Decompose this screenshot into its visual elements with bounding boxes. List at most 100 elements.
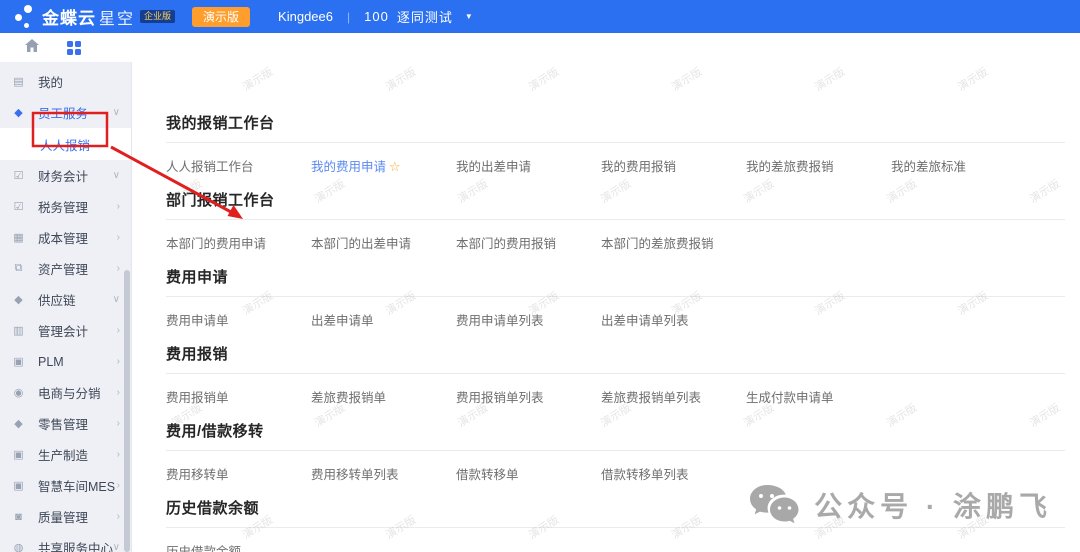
sidebar-item-label: 供应链 [38, 290, 76, 309]
sidebar-item-label: 财务会计 [38, 166, 88, 185]
separator: | [347, 10, 350, 24]
menu-link-label: 出差申请单 [311, 314, 374, 328]
demo-version-badge: 演示版 [192, 7, 250, 27]
menu-link[interactable]: 历史借款余额 [166, 541, 311, 552]
menu-link[interactable]: 借款转移单列表 [601, 464, 746, 483]
chevron-right-icon[interactable]: › [117, 201, 120, 212]
sidebar-item-label: 智慧车间MES [38, 476, 115, 495]
sidebar-item[interactable]: ◙ 质量管理 › [0, 501, 131, 532]
chevron-right-icon[interactable]: › [117, 232, 120, 243]
menu-link-label: 本部门的差旅费报销 [601, 237, 714, 251]
tab-bar [0, 33, 1080, 62]
sidebar-item[interactable]: ▦ 成本管理 › [0, 222, 131, 253]
sidebar-item[interactable]: ◍ 共享服务中心 ∨ [0, 532, 131, 552]
sidebar-item[interactable]: ◆ 员工服务 ∨ [0, 97, 131, 128]
chevron-right-icon[interactable]: › [117, 263, 120, 274]
sidebar-item-label: 管理会计 [38, 321, 88, 340]
org-name[interactable]: 逐同测试 [397, 7, 453, 26]
sidebar-item[interactable]: ◆ 零售管理 › [0, 408, 131, 439]
factory-icon: ▣ [12, 479, 25, 492]
sidebar-item-label: 生产制造 [38, 445, 88, 464]
section-links-row: 费用报销单 差旅费报销单 费用报销单列表 差旅费报销单列表 生成付款申请单 [166, 387, 1065, 406]
app-window: 金蝶云 星空 企业版 演示版 Kingdee6 | 100 逐同测试 ▼ ▤ 我… [0, 0, 1080, 552]
account-name[interactable]: Kingdee6 [278, 9, 333, 24]
menu-link[interactable]: 费用移转单列表 [311, 464, 456, 483]
menu-link[interactable]: 我的差旅标准 [891, 156, 1036, 175]
menu-link[interactable]: 差旅费报销单 [311, 387, 456, 406]
section-title: 费用报销 [166, 345, 1065, 365]
favorite-star-icon[interactable]: ☆ [389, 159, 401, 174]
square-icon: ▣ [12, 355, 25, 368]
sidebar-item[interactable]: ▥ 管理会计 › [0, 315, 131, 346]
chevron-right-icon[interactable]: › [117, 325, 120, 336]
sidebar-item[interactable]: ▤ 我的 [0, 66, 131, 97]
chevron-right-icon[interactable]: › [117, 449, 120, 460]
chevron-down-icon[interactable]: ▼ [465, 12, 473, 21]
menu-link[interactable]: 人人报销工作台 [166, 156, 311, 175]
menu-link-label: 费用报销单 [166, 391, 229, 405]
chevron-down-icon[interactable]: ∨ [113, 107, 120, 118]
kingdee-logo-icon [12, 4, 38, 30]
chevron-right-icon[interactable]: › [117, 387, 120, 398]
sidebar-item[interactable]: 人人报销 [0, 128, 131, 160]
sidebar-item[interactable]: ▣ 智慧车间MES › [0, 470, 131, 501]
chevron-down-icon[interactable]: ∨ [113, 170, 120, 181]
section-divider [166, 142, 1065, 143]
chevron-down-icon[interactable]: ∨ [113, 294, 120, 305]
menu-link[interactable]: 费用移转单 [166, 464, 311, 483]
menu-link-label: 出差申请单列表 [601, 314, 689, 328]
sidebar-item-label: 质量管理 [38, 507, 88, 526]
sidebar-item[interactable]: ⧉ 资产管理 › [0, 253, 131, 284]
sidebar-item[interactable]: ☑ 税务管理 › [0, 191, 131, 222]
menu-section: 历史借款余额 历史借款余额 [166, 499, 1065, 552]
sidebar-scrollbar[interactable] [124, 270, 130, 552]
section-divider [166, 219, 1065, 220]
menu-link[interactable]: 费用报销单 [166, 387, 311, 406]
menu-link-label: 本部门的费用报销 [456, 237, 556, 251]
section-divider [166, 373, 1065, 374]
menu-link[interactable]: 我的费用申请☆ [311, 156, 456, 175]
menu-link[interactable]: 费用申请单列表 [456, 310, 601, 329]
menu-link-label: 费用移转单列表 [311, 468, 399, 482]
chevron-down-icon[interactable]: ∨ [113, 542, 120, 552]
sidebar-item-label: PLM [38, 355, 64, 369]
brand-subname: 星空 [99, 5, 135, 29]
menu-link-label: 我的差旅标准 [891, 160, 966, 174]
sidebar-item[interactable]: ☑ 财务会计 ∨ [0, 160, 131, 191]
menu-link-label: 本部门的出差申请 [311, 237, 411, 251]
menu-link-label: 费用移转单 [166, 468, 229, 482]
menu-link-label: 差旅费报销单列表 [601, 391, 701, 405]
sidebar-item[interactable]: ◉ 电商与分销 › [0, 377, 131, 408]
chevron-right-icon[interactable]: › [117, 480, 120, 491]
check-square-icon: ☑ [12, 200, 25, 213]
chevron-right-icon[interactable]: › [117, 418, 120, 429]
menu-link[interactable]: 我的费用报销 [601, 156, 746, 175]
menu-link[interactable]: 本部门的出差申请 [311, 233, 456, 252]
apps-tab[interactable] [60, 33, 88, 62]
menu-link-label: 差旅费报销单 [311, 391, 386, 405]
menu-link-label: 历史借款余额 [166, 545, 241, 552]
menu-link[interactable]: 借款转移单 [456, 464, 601, 483]
menu-link[interactable]: 费用申请单 [166, 310, 311, 329]
sidebar-item[interactable]: ▣ PLM › [0, 346, 131, 377]
menu-link[interactable]: 出差申请单 [311, 310, 456, 329]
menu-link-label: 借款转移单列表 [601, 468, 689, 482]
copy-icon: ⧉ [12, 262, 25, 275]
sidebar-item[interactable]: ▣ 生产制造 › [0, 439, 131, 470]
menu-link[interactable]: 出差申请单列表 [601, 310, 746, 329]
sidebar-item[interactable]: ◆ 供应链 ∨ [0, 284, 131, 315]
menu-link[interactable]: 我的差旅费报销 [746, 156, 891, 175]
menu-link[interactable]: 本部门的费用报销 [456, 233, 601, 252]
menu-link[interactable]: 我的出差申请 [456, 156, 601, 175]
menu-link[interactable]: 本部门的差旅费报销 [601, 233, 746, 252]
menu-link[interactable]: 生成付款申请单 [746, 387, 891, 406]
menu-link[interactable]: 费用报销单列表 [456, 387, 601, 406]
menu-link[interactable]: 差旅费报销单列表 [601, 387, 746, 406]
sidebar-item-label: 成本管理 [38, 228, 88, 247]
chevron-right-icon[interactable]: › [117, 356, 120, 367]
section-links-row: 历史借款余额 [166, 541, 1065, 552]
sidebar-item-label: 我的 [38, 72, 63, 91]
menu-link[interactable]: 本部门的费用申请 [166, 233, 311, 252]
home-tab[interactable] [18, 38, 46, 58]
chevron-right-icon[interactable]: › [117, 511, 120, 522]
